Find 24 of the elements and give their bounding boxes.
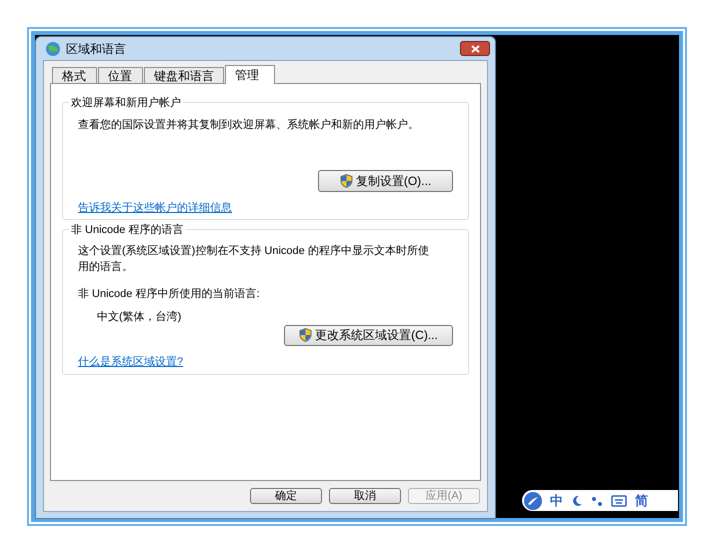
script-mode-button[interactable]: 简: [635, 490, 648, 510]
globe-icon: [45, 40, 61, 56]
button[interactable]: 取消: [329, 488, 401, 504]
tab[interactable]: 管理: [225, 65, 275, 84]
ime-logo-icon[interactable]: [524, 492, 542, 510]
button[interactable]: 确定: [250, 488, 322, 504]
tab[interactable]: 格式: [52, 67, 97, 83]
description-text: 这个设置(系统区域设置)控制在不支持 Unicode 的程序中显示文本时所使用的语言。: [78, 244, 430, 275]
help-link[interactable]: 告诉我关于这些帐户的详细信息: [78, 200, 232, 216]
punctuation-icon[interactable]: [591, 494, 603, 506]
keyboard-icon[interactable]: [611, 494, 627, 506]
tab[interactable]: 键盘和语言: [144, 67, 224, 83]
window-title: 区域和语言: [66, 40, 126, 58]
tab[interactable]: 位置: [98, 67, 143, 83]
close-icon: [470, 44, 480, 52]
description-text: 查看您的国际设置并将其复制到欢迎屏幕、系统帐户和新的用户帐户。: [78, 118, 420, 133]
current-language-label: 非 Unicode 程序中所使用的当前语言:: [78, 286, 261, 302]
moon-icon[interactable]: [571, 494, 583, 506]
button[interactable]: 更改系统区域设置(C)...: [284, 325, 453, 346]
input-mode-button[interactable]: 中: [550, 490, 563, 510]
current-language-value: 中文(繁体，台湾): [96, 310, 182, 324]
help-link[interactable]: 什么是系统区域设置?: [78, 354, 184, 370]
button[interactable]: 复制设置(O)...: [318, 170, 453, 192]
close-button[interactable]: [460, 41, 490, 56]
